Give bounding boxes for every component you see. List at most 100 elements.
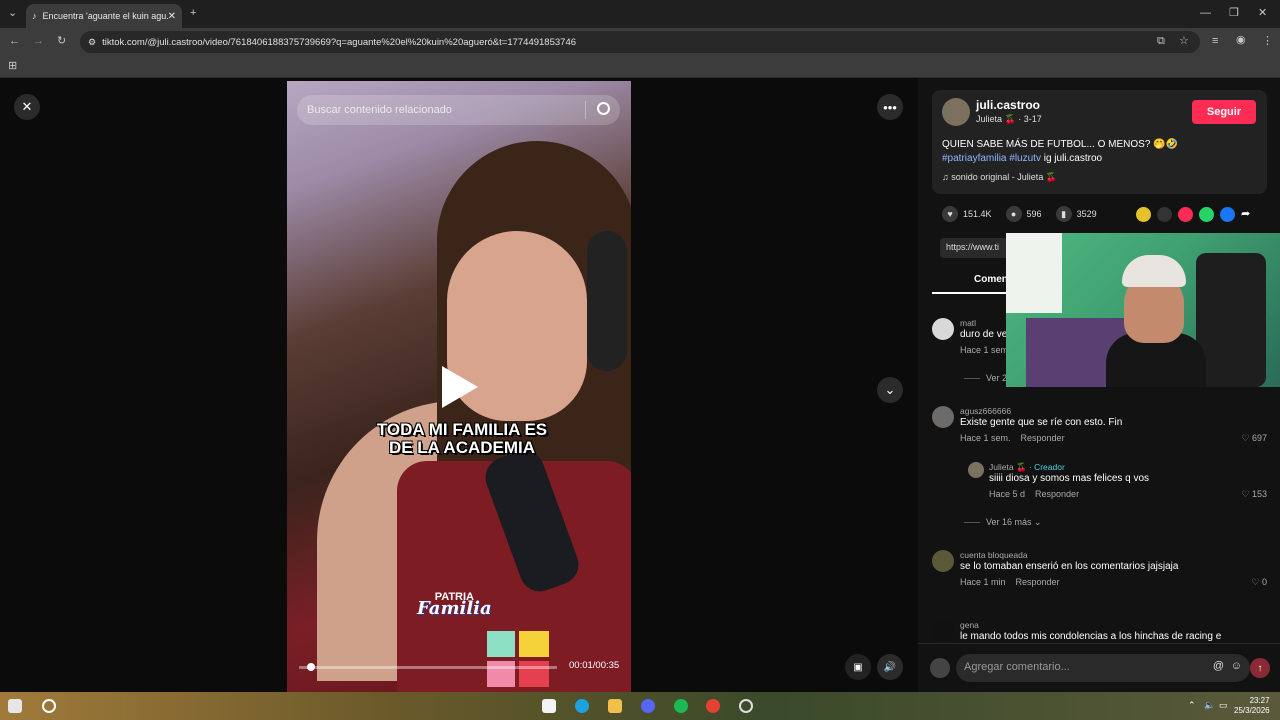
speaker-icon[interactable]: 🔈 (1204, 701, 1215, 710)
menu-kebab-icon[interactable]: ⋮ (1262, 36, 1273, 47)
progress-handle[interactable] (306, 663, 315, 671)
author-avatar[interactable] (942, 98, 970, 126)
add-comment-input[interactable]: Agregar comentario... @ ☺ (956, 654, 1250, 682)
video-progress-bar[interactable] (299, 663, 557, 671)
bookmark-star-icon[interactable]: ☆ (1179, 36, 1189, 47)
window-close-icon[interactable]: ✕ (1258, 8, 1267, 19)
caption-line-2: DE LA ACADEMIA (388, 438, 536, 457)
send-to-friends-icon[interactable] (1178, 207, 1193, 222)
close-icon: ✕ (21, 99, 33, 114)
tab-comments[interactable]: Comen (974, 274, 1008, 285)
reply-button[interactable]: Responder (1035, 489, 1079, 499)
reply-button[interactable]: Responder (1021, 433, 1065, 443)
like-button[interactable]: ♥ 151.4K (942, 206, 992, 222)
store-icon[interactable] (542, 699, 556, 713)
author-subline: Julieta 🍒 · 3-17 (976, 114, 1042, 125)
commenter-name[interactable]: matl (960, 318, 976, 328)
commenter-avatar[interactable] (932, 620, 954, 642)
search-icon[interactable] (597, 102, 610, 115)
tab-list-icon[interactable]: ⌄ (8, 8, 17, 19)
obs-icon[interactable] (739, 699, 753, 713)
minimize-icon[interactable]: — (1200, 8, 1211, 19)
maximize-icon[interactable]: ❐ (1229, 8, 1239, 19)
familia-text: Familia (417, 598, 492, 619)
reply-author[interactable]: Julieta 🍒 · Creador (989, 462, 1065, 473)
video-player[interactable]: Buscar contenido relacionado TODA MI FAM… (287, 81, 631, 692)
address-bar[interactable]: ⚙ tiktok.com/@juli.castroo/video/7618406… (80, 31, 1200, 53)
heart-outline-icon: ♡ (1241, 433, 1252, 443)
search-icon[interactable] (42, 699, 56, 713)
install-app-icon[interactable]: ⧉ (1157, 36, 1165, 47)
next-video-button[interactable]: ⌄ (877, 377, 903, 403)
add-comment-placeholder: Agregar comentario... (964, 661, 1070, 673)
repost-icon[interactable] (1136, 207, 1151, 222)
share-arrow-icon[interactable]: ➦ (1241, 207, 1256, 222)
reply-button[interactable]: Responder (1016, 577, 1060, 587)
edge-icon[interactable] (575, 699, 589, 713)
comment-like[interactable]: ♡ 0 (1251, 577, 1267, 588)
volume-button[interactable]: 🔊 (877, 654, 903, 680)
bookmarks-bar: ⊞ (0, 56, 1280, 78)
discord-icon[interactable] (641, 699, 655, 713)
commenter-name[interactable]: agusz666666 (960, 406, 1011, 416)
reload-icon[interactable]: ↻ (57, 36, 66, 47)
post-info-card: juli.castroo Julieta 🍒 · 3-17 Seguir QUI… (932, 90, 1267, 194)
mention-icon[interactable]: @ (1213, 660, 1224, 672)
pip-button[interactable]: ▣ (845, 654, 871, 680)
apps-grid-icon[interactable]: ⊞ (8, 61, 17, 72)
author-username[interactable]: juli.castroo (976, 98, 1040, 112)
network-icon[interactable]: ▭ (1219, 701, 1228, 710)
reply-like[interactable]: ♡ 153 (1241, 489, 1267, 500)
commenter-name[interactable]: gena (960, 620, 979, 630)
spotify-icon[interactable] (674, 699, 688, 713)
view-replies-button[interactable]: Ver 2 (964, 373, 1007, 383)
creator-avatar[interactable] (968, 462, 984, 478)
hashtag-patriayfamilia[interactable]: #patriayfamilia (942, 153, 1006, 164)
related-search-input[interactable]: Buscar contenido relacionado (297, 95, 620, 125)
forward-icon[interactable]: → (33, 36, 44, 47)
whatsapp-icon[interactable] (1199, 207, 1214, 222)
play-icon[interactable] (442, 366, 478, 408)
file-explorer-icon[interactable] (608, 699, 622, 713)
new-tab-icon[interactable]: + (190, 8, 196, 19)
back-icon[interactable]: ← (9, 36, 20, 47)
heart-outline-icon: ♡ (1241, 489, 1252, 499)
hashtag-luzutv[interactable]: #luzutv (1009, 153, 1041, 164)
comment-item: gena le mando todos mis condolencias a l… (932, 620, 1267, 642)
comment-text: Existe gente que se ríe con esto. Fin (960, 417, 1123, 428)
post-description: QUIEN SABE MÁS DE FUTBOL... O MENOS? 🤭🤣 … (942, 138, 1262, 166)
commenter-avatar[interactable] (932, 318, 954, 340)
profile-avatar-icon[interactable]: ◉ (1236, 35, 1246, 46)
taskbar-clock[interactable]: 23:27 25/3/2026 (1234, 696, 1270, 716)
commenter-avatar[interactable] (932, 550, 954, 572)
patria-familia-logo: PATRIA Familia (417, 591, 492, 619)
tray-chevron-icon[interactable]: ⌃ (1188, 701, 1196, 710)
reply-author-name: Julieta (989, 462, 1014, 472)
commenter-avatar[interactable] (932, 406, 954, 428)
commenter-name[interactable]: cuenta bloqueada (960, 550, 1028, 560)
comment-button[interactable]: ● 596 (1005, 206, 1042, 222)
close-video-button[interactable]: ✕ (14, 94, 40, 120)
browser-tab[interactable]: ♪ Encuentra 'aguante el kuin agu... ✕ (26, 4, 182, 28)
close-tab-icon[interactable]: ✕ (168, 11, 176, 22)
more-dots-icon: ••• (883, 99, 897, 115)
facebook-icon[interactable] (1220, 207, 1235, 222)
copy-link-field[interactable]: https://www.ti (940, 238, 1010, 258)
comment-meta: Hace 1 min Responder (960, 577, 1060, 587)
embed-icon[interactable] (1157, 207, 1172, 222)
follow-button[interactable]: Seguir (1192, 100, 1256, 124)
webcam-window-area (1006, 233, 1062, 313)
start-icon[interactable] (8, 699, 22, 713)
bookmark-icon: ▮ (1055, 206, 1072, 222)
post-comment-button[interactable]: ↑ (1250, 658, 1270, 678)
view-more-replies-button[interactable]: Ver 16 más ⌄ (964, 517, 1042, 528)
media-control-icon[interactable]: ≡ (1212, 36, 1218, 47)
save-button[interactable]: ▮ 3529 (1055, 206, 1097, 222)
comment-like[interactable]: ♡ 697 (1241, 433, 1267, 444)
more-options-button[interactable]: ••• (877, 94, 903, 120)
site-info-icon[interactable]: ⚙ (88, 37, 96, 48)
emoji-icon[interactable]: ☺ (1231, 660, 1242, 672)
sound-row[interactable]: ♫ sonido original - Julieta 🍒 (942, 172, 1057, 183)
save-count: 3529 (1076, 209, 1097, 219)
chrome-icon[interactable] (706, 699, 720, 713)
